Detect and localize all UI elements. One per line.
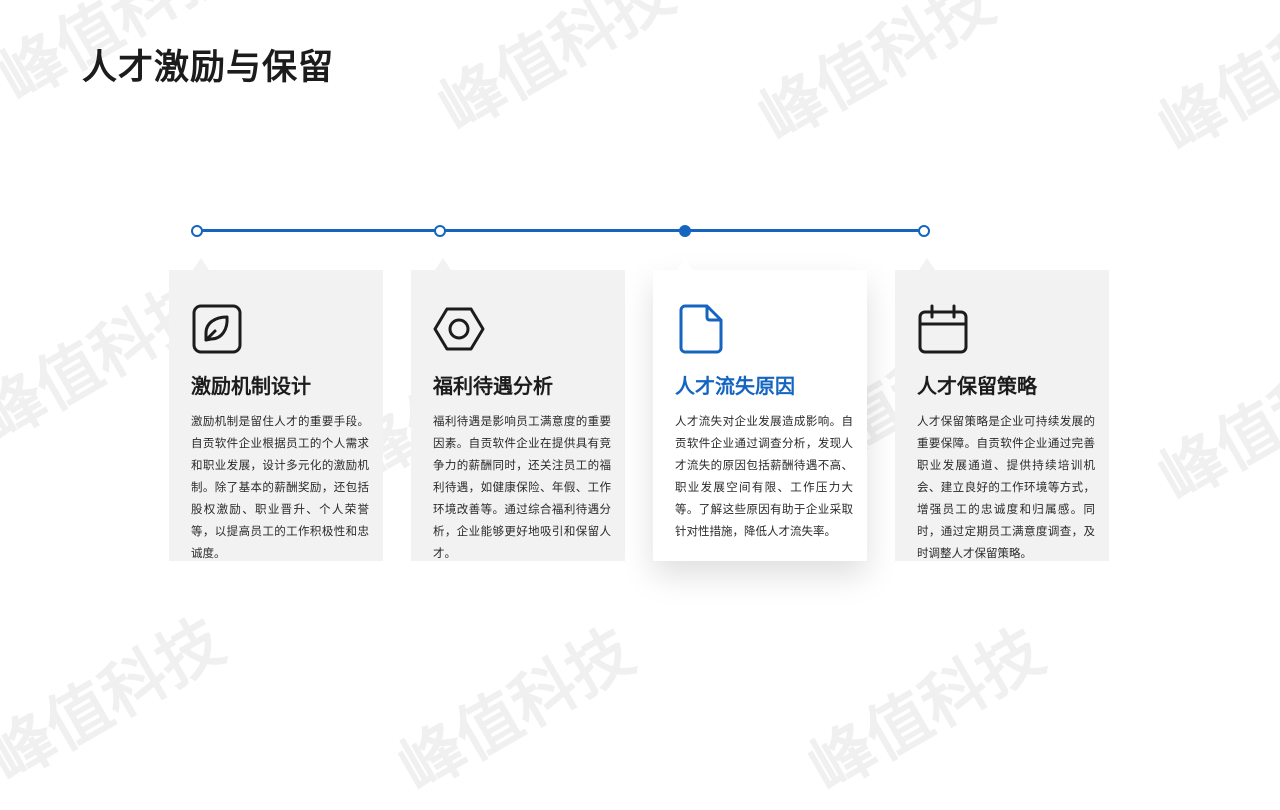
card-text: 福利待遇是影响员工满意度的重要因素。自贡软件企业在提供具有竞争力的薪酬同时，还关… [433,414,611,560]
card-text: 人才保留策略是企业可持续发展的重要保障。自贡软件企业通过完善职业发展通道、提供持… [917,414,1095,560]
card-title: 人才保留策略 [917,374,1037,398]
card-talent-loss-reasons: 人才流失原因 人才流失对企业发展造成影响。自贡软件企业通过调查分析，发现人才流失… [653,258,867,561]
timeline-point [434,225,446,237]
card-pointer [193,258,209,270]
calendar-icon [918,304,968,354]
card-text: 人才流失对企业发展造成影响。自贡软件企业通过调查分析，发现人才流失的原因包括薪酬… [675,414,853,538]
card-retention-strategy: 人才保留策略 人才保留策略是企业可持续发展的重要保障。自贡软件企业通过完善职业发… [895,258,1109,561]
card-title: 福利待遇分析 [433,374,553,398]
timeline-point [191,225,203,237]
card-text: 激励机制是留住人才的重要手段。自贡软件企业根据员工的个人需求和职业发展，设计多元… [191,414,369,560]
card-title: 人才流失原因 [675,374,795,398]
timeline-point [918,225,930,237]
card-pointer [919,258,935,270]
card-incentive-mechanism: 激励机制设计 激励机制是留住人才的重要手段。自贡软件企业根据员工的个人需求和职业… [169,258,383,561]
card-pointer [435,258,451,270]
card-benefits-analysis: 福利待遇分析 福利待遇是影响员工满意度的重要因素。自贡软件企业在提供具有竞争力的… [411,258,625,561]
document-icon [679,304,723,354]
card-title: 激励机制设计 [191,374,311,398]
timeline-line [197,229,924,232]
leaf-icon [192,304,242,354]
timeline-point-active [679,225,691,237]
hex-nut-icon [433,307,485,351]
card-pointer [677,258,693,270]
